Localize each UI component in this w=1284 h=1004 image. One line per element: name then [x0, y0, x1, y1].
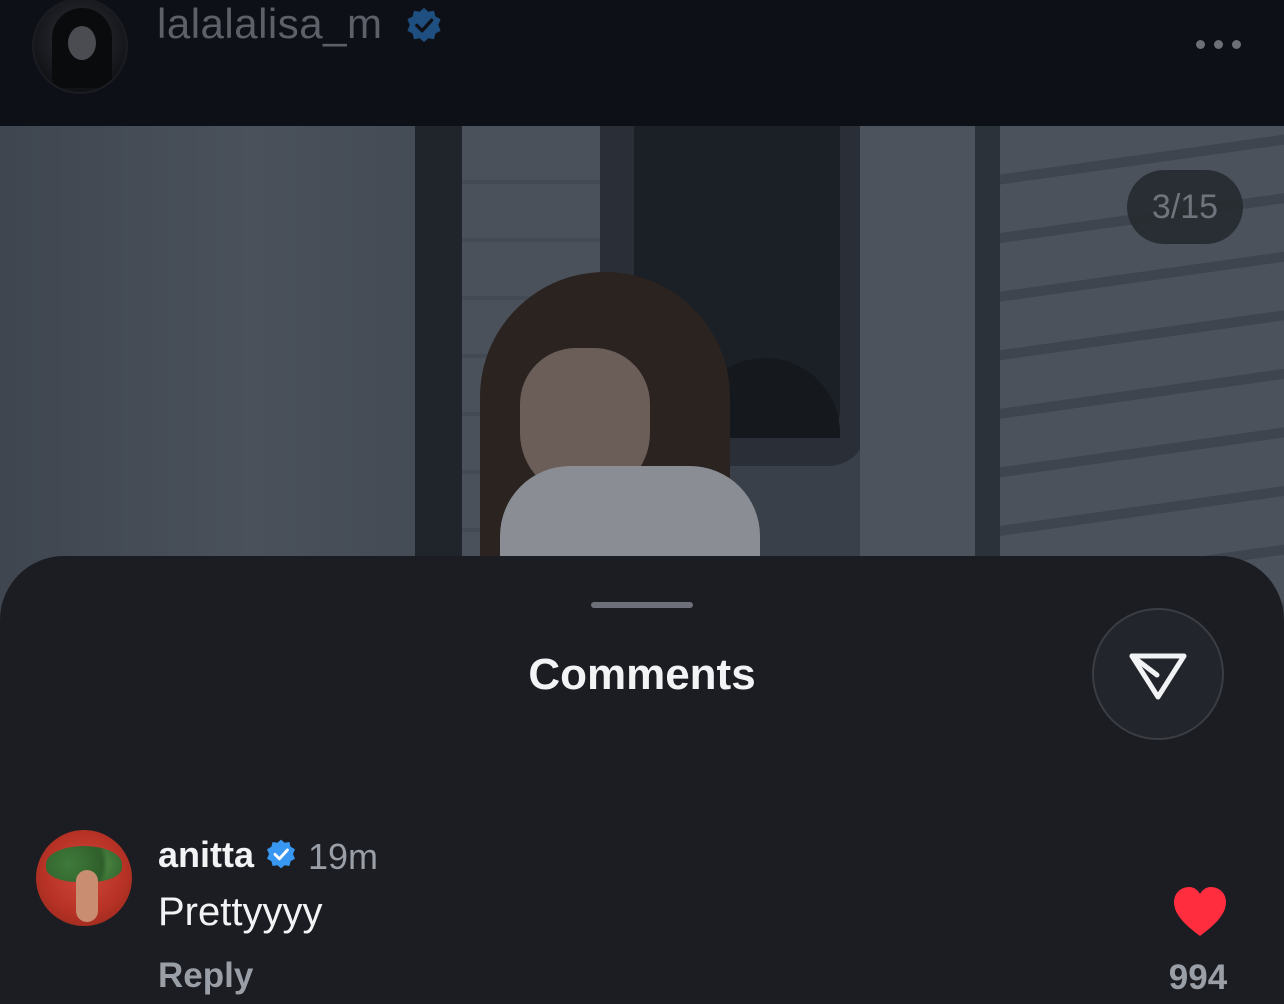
- heart-icon[interactable]: [1172, 886, 1228, 938]
- dot: [1196, 40, 1205, 49]
- like-count: 994: [1168, 958, 1228, 997]
- avatar-face: [68, 26, 96, 60]
- comment-avatar[interactable]: [36, 830, 132, 926]
- reply-button[interactable]: Reply: [158, 956, 253, 996]
- instagram-post-screen: lalalalisa_m 3/15 Comments anitta 19m Pr…: [0, 0, 1284, 1004]
- send-icon: [1129, 653, 1187, 700]
- author-avatar[interactable]: [32, 0, 128, 94]
- author-username[interactable]: lalalalisa_m: [157, 0, 382, 48]
- author-subtitle: [160, 62, 420, 90]
- sheet-drag-handle[interactable]: [591, 602, 693, 608]
- avatar-person: [76, 870, 98, 922]
- comment-timestamp: 19m: [308, 836, 379, 877]
- dot: [1232, 40, 1241, 49]
- verified-badge-icon: [267, 839, 295, 869]
- verified-badge-icon: [407, 7, 441, 43]
- more-options-icon[interactable]: [1192, 30, 1246, 60]
- dot: [1214, 40, 1223, 49]
- slide-counter: 3/15: [1127, 170, 1243, 244]
- comments-sheet: Comments anitta 19m Prettyyyy Reply 994: [0, 556, 1284, 1004]
- comment-text: Prettyyyy: [158, 890, 323, 934]
- post-header: lalalalisa_m: [0, 0, 1284, 126]
- comment-username[interactable]: anitta: [158, 834, 254, 876]
- share-button[interactable]: [1092, 608, 1224, 740]
